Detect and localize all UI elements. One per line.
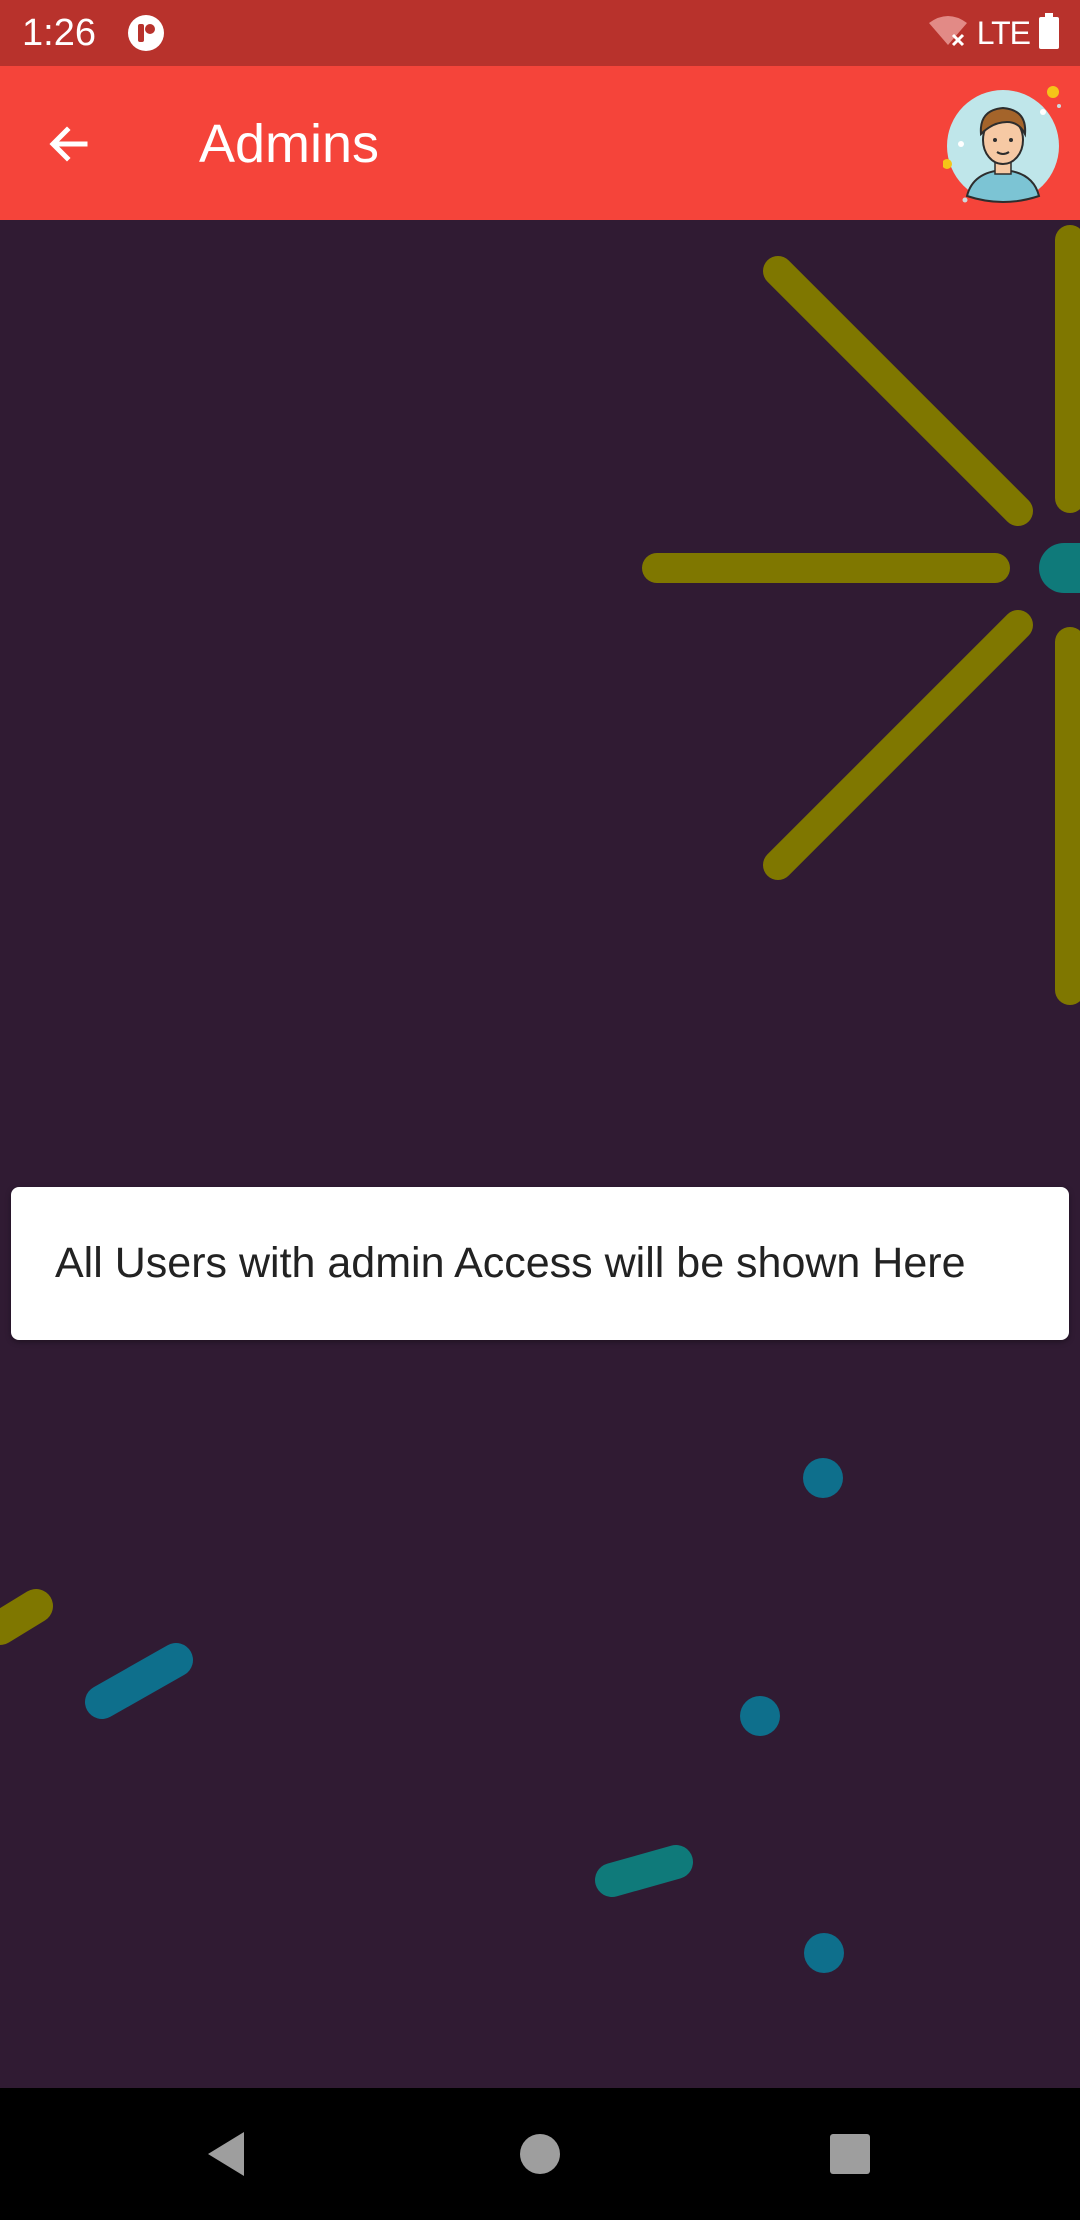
back-triangle-icon [208, 2132, 244, 2176]
status-right-icons: LTE [927, 12, 1060, 54]
nav-recents-button[interactable] [790, 2088, 910, 2220]
home-circle-icon [520, 2134, 560, 2174]
nav-back-button[interactable] [166, 2088, 286, 2220]
navigation-bar [0, 2088, 1080, 2220]
status-time: 1:26 [22, 12, 96, 54]
status-bar: 1:26 LTE [0, 0, 1080, 66]
battery-icon [1038, 12, 1060, 54]
nav-home-button[interactable] [480, 2088, 600, 2220]
arrow-back-icon [49, 126, 88, 162]
info-card: All Users with admin Access will be show… [11, 1187, 1069, 1340]
content-area: All Users with admin Access will be show… [0, 220, 1080, 2088]
app-notification-icon [128, 15, 164, 51]
network-type: LTE [976, 15, 1031, 51]
app-bar: Admins [0, 66, 1080, 220]
back-button[interactable] [34, 109, 104, 179]
info-message: All Users with admin Access will be show… [55, 1239, 966, 1287]
recents-square-icon [830, 2134, 870, 2174]
wifi-off-icon [927, 13, 969, 54]
user-avatar[interactable] [942, 84, 1063, 204]
fireworks-animation [0, 225, 1080, 1973]
page-title: Admins [199, 114, 380, 174]
